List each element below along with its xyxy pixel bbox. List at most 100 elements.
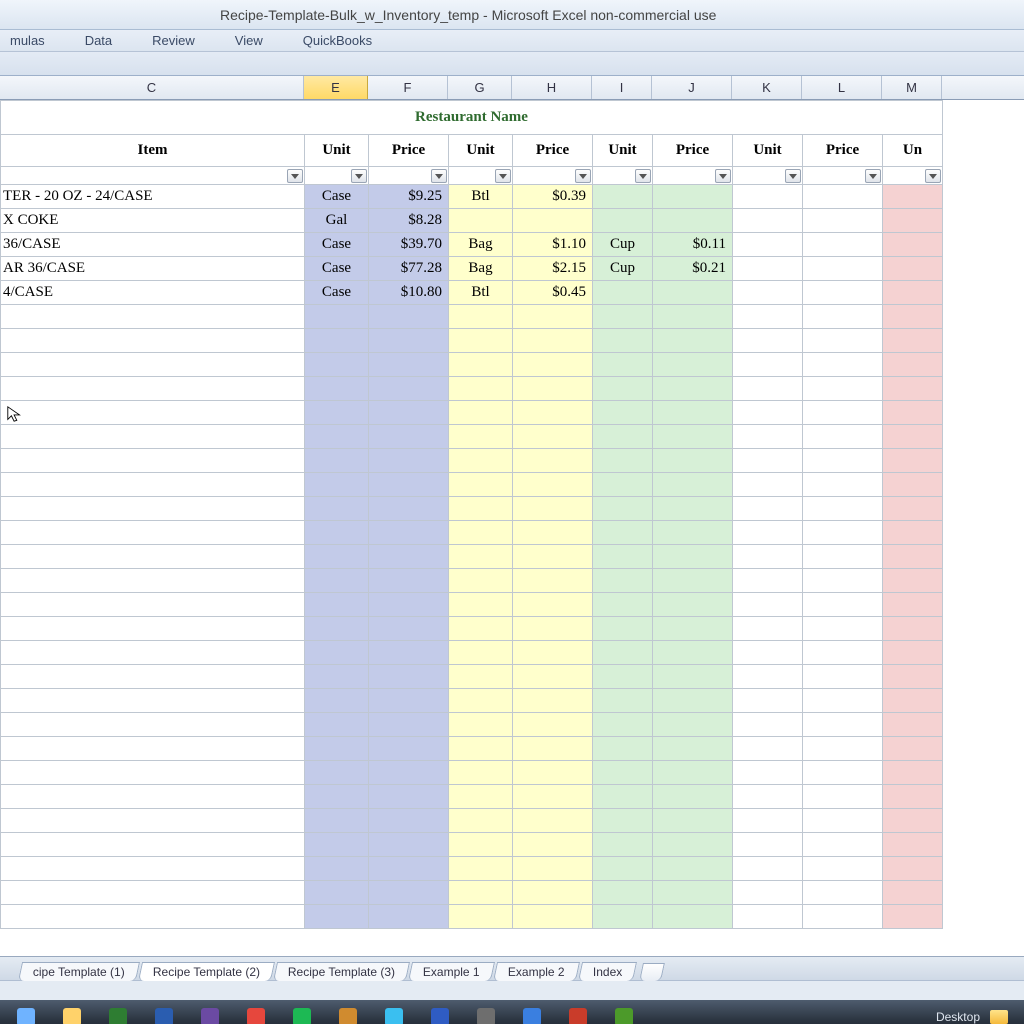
cell[interactable] bbox=[593, 761, 653, 785]
cell[interactable] bbox=[449, 857, 513, 881]
cell[interactable] bbox=[369, 353, 449, 377]
cell[interactable] bbox=[305, 641, 369, 665]
filter-dropdown-icon[interactable] bbox=[925, 169, 941, 183]
cell[interactable] bbox=[369, 881, 449, 905]
cell[interactable] bbox=[513, 713, 593, 737]
cell[interactable] bbox=[883, 737, 943, 761]
cell[interactable] bbox=[513, 905, 593, 929]
taskbar-app5-icon[interactable] bbox=[512, 1004, 552, 1024]
cell[interactable] bbox=[733, 569, 803, 593]
cell[interactable] bbox=[369, 377, 449, 401]
taskbar-app4-icon[interactable] bbox=[466, 1004, 506, 1024]
cell[interactable] bbox=[305, 713, 369, 737]
cell[interactable] bbox=[593, 353, 653, 377]
cell[interactable] bbox=[513, 689, 593, 713]
taskbar-app6-icon[interactable] bbox=[558, 1004, 598, 1024]
cell[interactable] bbox=[513, 521, 593, 545]
spreadsheet-grid[interactable]: Restaurant NameItemUnitPriceUnitPriceUni… bbox=[0, 100, 1024, 956]
cell[interactable]: Gal bbox=[305, 209, 369, 233]
cell[interactable] bbox=[449, 377, 513, 401]
cell[interactable] bbox=[653, 209, 733, 233]
cell[interactable] bbox=[733, 185, 803, 209]
cell[interactable]: Un bbox=[883, 135, 943, 167]
cell[interactable] bbox=[449, 167, 513, 185]
cell[interactable] bbox=[733, 167, 803, 185]
cell[interactable] bbox=[1, 737, 305, 761]
filter-dropdown-icon[interactable] bbox=[635, 169, 651, 183]
cell[interactable] bbox=[1, 473, 305, 497]
cell[interactable] bbox=[653, 593, 733, 617]
cell[interactable] bbox=[733, 233, 803, 257]
taskbar-spotify-icon[interactable] bbox=[282, 1004, 322, 1024]
cell[interactable]: $0.21 bbox=[653, 257, 733, 281]
cell[interactable] bbox=[1, 785, 305, 809]
cell[interactable] bbox=[883, 497, 943, 521]
taskbar-visualstudio-icon[interactable] bbox=[190, 1004, 230, 1024]
cell[interactable]: $10.80 bbox=[369, 281, 449, 305]
cell[interactable] bbox=[449, 353, 513, 377]
cell[interactable] bbox=[449, 809, 513, 833]
cell[interactable] bbox=[803, 857, 883, 881]
cell[interactable] bbox=[803, 617, 883, 641]
cell[interactable] bbox=[305, 905, 369, 929]
taskbar-app2-icon[interactable] bbox=[374, 1004, 414, 1024]
cell[interactable] bbox=[653, 353, 733, 377]
cell[interactable]: $0.11 bbox=[653, 233, 733, 257]
taskbar-word-icon[interactable] bbox=[144, 1004, 184, 1024]
cell[interactable]: Bag bbox=[449, 257, 513, 281]
cell[interactable] bbox=[803, 473, 883, 497]
cell[interactable]: Btl bbox=[449, 185, 513, 209]
cell[interactable] bbox=[733, 881, 803, 905]
column-header-E[interactable]: E bbox=[304, 76, 368, 99]
cell[interactable] bbox=[593, 785, 653, 809]
cell[interactable] bbox=[1, 665, 305, 689]
cell[interactable] bbox=[803, 713, 883, 737]
cell[interactable] bbox=[733, 809, 803, 833]
cell[interactable] bbox=[883, 281, 943, 305]
cell[interactable] bbox=[369, 593, 449, 617]
cell[interactable] bbox=[305, 425, 369, 449]
cell[interactable] bbox=[305, 353, 369, 377]
cell[interactable]: $9.25 bbox=[369, 185, 449, 209]
cell[interactable] bbox=[1, 305, 305, 329]
cell[interactable] bbox=[803, 761, 883, 785]
cell[interactable] bbox=[593, 665, 653, 689]
cell[interactable] bbox=[653, 665, 733, 689]
cell[interactable] bbox=[449, 545, 513, 569]
cell[interactable] bbox=[883, 641, 943, 665]
cell[interactable] bbox=[653, 617, 733, 641]
cell[interactable] bbox=[513, 497, 593, 521]
cell[interactable] bbox=[593, 857, 653, 881]
cell[interactable] bbox=[369, 785, 449, 809]
cell[interactable] bbox=[513, 857, 593, 881]
cell[interactable] bbox=[803, 167, 883, 185]
cell[interactable] bbox=[653, 761, 733, 785]
column-header-L[interactable]: L bbox=[802, 76, 882, 99]
cell[interactable] bbox=[369, 473, 449, 497]
filter-dropdown-icon[interactable] bbox=[865, 169, 881, 183]
cell[interactable] bbox=[305, 377, 369, 401]
cell[interactable] bbox=[733, 689, 803, 713]
cell[interactable] bbox=[883, 593, 943, 617]
cell[interactable] bbox=[1, 497, 305, 521]
cell[interactable] bbox=[593, 185, 653, 209]
cell[interactable] bbox=[733, 209, 803, 233]
cell[interactable] bbox=[883, 209, 943, 233]
column-header-K[interactable]: K bbox=[732, 76, 802, 99]
cell[interactable]: $8.28 bbox=[369, 209, 449, 233]
cell[interactable] bbox=[733, 761, 803, 785]
ribbon-tab-review[interactable]: Review bbox=[152, 33, 195, 48]
cell[interactable] bbox=[803, 401, 883, 425]
cell[interactable] bbox=[593, 545, 653, 569]
cell[interactable] bbox=[803, 449, 883, 473]
cell[interactable] bbox=[653, 641, 733, 665]
cell[interactable]: TER - 20 OZ - 24/CASE bbox=[1, 185, 305, 209]
cell[interactable] bbox=[513, 761, 593, 785]
sheet-tab[interactable]: Example 1 bbox=[408, 962, 495, 981]
cell[interactable] bbox=[513, 167, 593, 185]
cell[interactable] bbox=[803, 521, 883, 545]
cell[interactable] bbox=[733, 377, 803, 401]
cell[interactable] bbox=[803, 689, 883, 713]
cell[interactable] bbox=[653, 473, 733, 497]
cell[interactable] bbox=[513, 809, 593, 833]
